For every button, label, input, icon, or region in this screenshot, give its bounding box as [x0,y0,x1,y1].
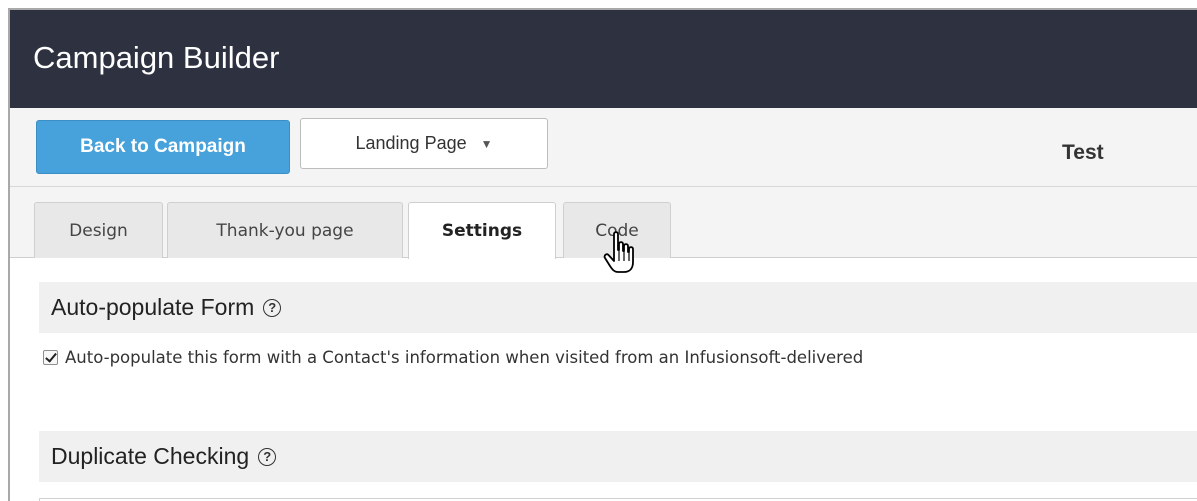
autopopulate-option: Auto-populate this form with a Contact's… [43,348,863,367]
title-bar: Campaign Builder [10,10,1197,108]
autopopulate-section-header: Auto-populate Form ? [39,282,1197,333]
caret-down-icon: ▼ [480,136,493,151]
help-icon[interactable]: ? [258,447,277,466]
autopopulate-section-title: Auto-populate Form [51,294,255,320]
page-name: Test [1062,141,1104,164]
back-to-campaign-button[interactable]: Back to Campaign [36,120,290,174]
tab-settings[interactable]: Settings [408,202,556,259]
autopopulate-checkbox[interactable] [43,350,58,365]
app-title: Campaign Builder [33,40,280,75]
help-icon[interactable]: ? [263,298,282,317]
hand-pointer-icon [603,231,634,273]
page-type-label: Landing Page [355,133,467,153]
tab-thank-you-page[interactable]: Thank-you page [167,202,403,258]
page-type-dropdown[interactable]: Landing Page ▼ [300,118,548,169]
app-frame: Campaign Builder Back to Campaign Landin… [8,8,1197,501]
tab-design[interactable]: Design [34,202,163,258]
autopopulate-checkbox-label: Auto-populate this form with a Contact's… [65,348,864,367]
toolbar: Back to Campaign Landing Page ▼ Test [10,108,1197,187]
duplicate-section-title: Duplicate Checking [51,443,250,469]
duplicate-section-header: Duplicate Checking ? [39,431,1197,482]
